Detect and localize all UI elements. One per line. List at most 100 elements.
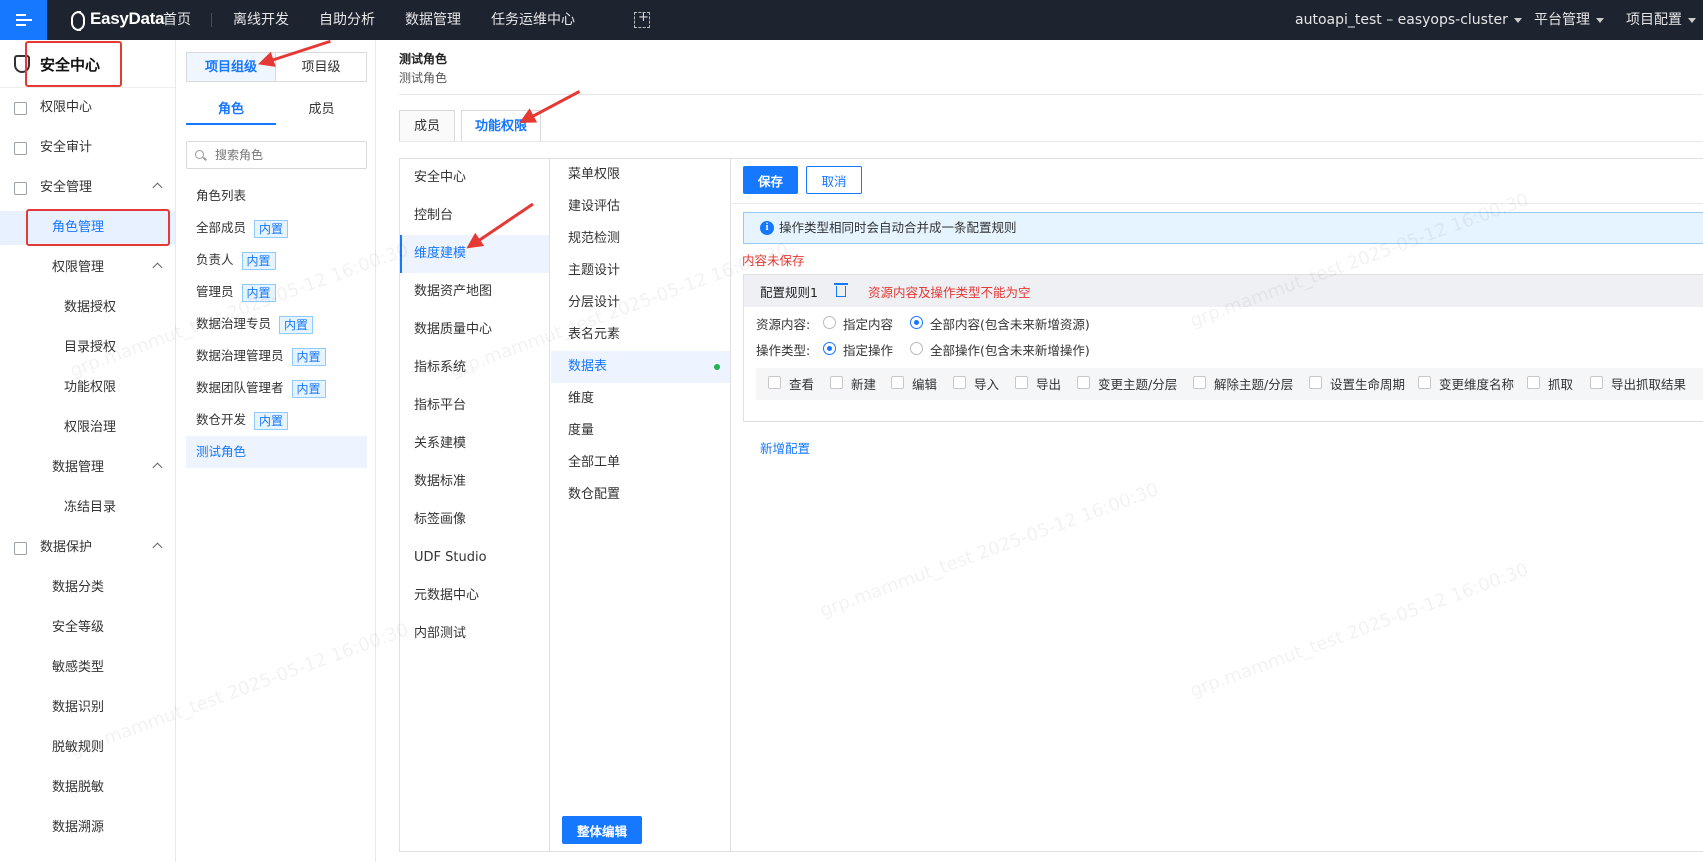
sidebar-item-permission-governance[interactable]: 权限治理 <box>0 411 175 445</box>
module-item[interactable]: 数据资产地图 <box>400 273 549 311</box>
module-item[interactable]: 数据标准 <box>400 463 549 501</box>
list-item[interactable]: 负责人 内置 <box>186 244 367 276</box>
submodule-item[interactable]: 维度 <box>551 383 730 415</box>
resource-specific-label[interactable]: 指定内容 <box>843 314 893 333</box>
checkbox-change-topic[interactable] <box>1077 376 1090 389</box>
sidebar-item-security-level[interactable]: 安全等级 <box>0 611 175 645</box>
save-button[interactable]: 保存 <box>743 166 798 194</box>
add-config-link[interactable]: 新增配置 <box>760 438 810 457</box>
sidebar-item-data-recognition[interactable]: 数据识别 <box>0 691 175 725</box>
sidebar-item-frozen-catalog[interactable]: 冻结目录 <box>0 491 175 525</box>
resource-all-radio[interactable] <box>910 316 923 329</box>
nav-offline-dev[interactable]: 离线开发 <box>233 0 289 40</box>
module-item[interactable]: 数据质量中心 <box>400 311 549 349</box>
submodule-item[interactable]: 全部工单 <box>551 447 730 479</box>
op-label-lifecycle[interactable]: 设置生命周期 <box>1330 374 1405 393</box>
op-label-import[interactable]: 导入 <box>974 374 999 393</box>
trash-icon[interactable] <box>834 281 848 297</box>
checkbox-create[interactable] <box>830 376 843 389</box>
list-item[interactable]: 数据团队管理者 内置 <box>186 372 367 404</box>
op-label-crawl[interactable]: 抓取 <box>1548 374 1573 393</box>
list-item[interactable]: 管理员 内置 <box>186 276 367 308</box>
submodule-item[interactable]: 建设评估 <box>551 191 730 223</box>
list-item[interactable]: 数据治理专员 内置 <box>186 308 367 340</box>
submodule-item[interactable]: 数据表 <box>551 351 730 383</box>
list-item[interactable]: 全部成员 内置 <box>186 212 367 244</box>
list-item[interactable]: 角色列表 <box>186 180 367 212</box>
op-specific-label[interactable]: 指定操作 <box>843 340 893 359</box>
list-item[interactable]: 测试角色 <box>186 436 367 468</box>
checkbox-rename-dimension[interactable] <box>1418 376 1431 389</box>
op-label-export[interactable]: 导出 <box>1036 374 1061 393</box>
nav-data-management[interactable]: 数据管理 <box>405 0 461 40</box>
checkbox-view[interactable] <box>768 376 781 389</box>
submodule-item[interactable]: 分层设计 <box>551 287 730 319</box>
resource-specific-radio[interactable] <box>823 316 836 329</box>
list-item[interactable]: 数仓开发 内置 <box>186 404 367 436</box>
platform-menu[interactable]: 平台管理 <box>1534 0 1604 40</box>
op-label-change-topic[interactable]: 变更主题/分层 <box>1098 374 1177 393</box>
sidebar-item-data-management[interactable]: 数据管理 <box>0 451 175 485</box>
checkbox-edit[interactable] <box>891 376 904 389</box>
submodule-item[interactable]: 规范检测 <box>551 223 730 255</box>
nav-ops-center[interactable]: 任务运维中心 <box>491 0 575 40</box>
sidebar-item-security-audit[interactable]: 安全审计 <box>0 131 175 165</box>
op-label-remove-topic[interactable]: 解除主题/分层 <box>1214 374 1293 393</box>
module-item[interactable]: 元数据中心 <box>400 577 549 615</box>
checkbox-export[interactable] <box>1015 376 1028 389</box>
project-config-menu[interactable]: 项目配置 <box>1626 0 1696 40</box>
logo[interactable]: EasyData <box>70 9 164 31</box>
sidebar-item-security-management[interactable]: 安全管理 <box>0 171 175 205</box>
op-label-edit[interactable]: 编辑 <box>912 374 937 393</box>
menu-toggle-button[interactable] <box>0 0 47 40</box>
cancel-button[interactable]: 取消 <box>806 166 862 194</box>
checkbox-import[interactable] <box>953 376 966 389</box>
tab-roles[interactable]: 角色 <box>186 95 276 125</box>
sidebar-item-data-authorization[interactable]: 数据授权 <box>0 291 175 325</box>
op-label-rename-dimension[interactable]: 变更维度名称 <box>1439 374 1514 393</box>
tab-project-level[interactable]: 项目级 <box>275 52 367 82</box>
resource-all-label[interactable]: 全部内容(包含未来新增资源) <box>930 314 1090 333</box>
module-item[interactable]: 标签画像 <box>400 501 549 539</box>
op-all-label[interactable]: 全部操作(包含未来新增操作) <box>930 340 1090 359</box>
submodule-item[interactable]: 菜单权限 <box>551 159 730 191</box>
op-label-view[interactable]: 查看 <box>789 374 814 393</box>
cluster-selector[interactable]: autoapi_test – easyops-cluster <box>1295 0 1522 40</box>
nav-home[interactable]: 首页 <box>163 0 191 40</box>
tab-members[interactable]: 成员 <box>399 110 455 142</box>
op-all-radio[interactable] <box>910 342 923 355</box>
module-item[interactable]: 关系建模 <box>400 425 549 463</box>
sidebar-item-catalog-authorization[interactable]: 目录授权 <box>0 331 175 365</box>
bulk-edit-button[interactable]: 整体编辑 <box>562 816 642 844</box>
submodule-item[interactable]: 度量 <box>551 415 730 447</box>
sidebar-item-function-permission[interactable]: 功能权限 <box>0 371 175 405</box>
module-item[interactable]: 内部测试 <box>400 615 549 653</box>
op-label-export-crawl[interactable]: 导出抓取结果 <box>1611 374 1686 393</box>
sidebar-item-permission-management[interactable]: 权限管理 <box>0 251 175 285</box>
sidebar-item-data-classification[interactable]: 数据分类 <box>0 571 175 605</box>
module-item[interactable]: UDF Studio <box>400 539 549 577</box>
list-item[interactable]: 数据治理管理员 内置 <box>186 340 367 372</box>
add-tab-icon[interactable] <box>634 10 650 28</box>
module-item[interactable]: 控制台 <box>400 197 549 235</box>
module-item[interactable]: 指标平台 <box>400 387 549 425</box>
submodule-item[interactable]: 数仓配置 <box>551 479 730 511</box>
module-item[interactable]: 指标系统 <box>400 349 549 387</box>
submodule-item[interactable]: 主题设计 <box>551 255 730 287</box>
role-search-input[interactable] <box>186 141 367 169</box>
checkbox-remove-topic[interactable] <box>1193 376 1206 389</box>
nav-self-analysis[interactable]: 自助分析 <box>319 0 375 40</box>
sidebar-item-data-protection[interactable]: 数据保护 <box>0 531 175 565</box>
op-specific-radio[interactable] <box>823 342 836 355</box>
submodule-item[interactable]: 表名元素 <box>551 319 730 351</box>
checkbox-crawl[interactable] <box>1527 376 1540 389</box>
sidebar-item-permission-center[interactable]: 权限中心 <box>0 91 175 125</box>
sidebar-item-data-masking[interactable]: 数据脱敏 <box>0 771 175 805</box>
sidebar-item-data-lineage[interactable]: 数据溯源 <box>0 811 175 845</box>
checkbox-lifecycle[interactable] <box>1309 376 1322 389</box>
sidebar-item-sensitive-type[interactable]: 敏感类型 <box>0 651 175 685</box>
checkbox-export-crawl[interactable] <box>1590 376 1603 389</box>
tab-members[interactable]: 成员 <box>276 95 367 125</box>
sidebar-item-masking-rules[interactable]: 脱敏规则 <box>0 731 175 765</box>
op-label-create[interactable]: 新建 <box>851 374 876 393</box>
